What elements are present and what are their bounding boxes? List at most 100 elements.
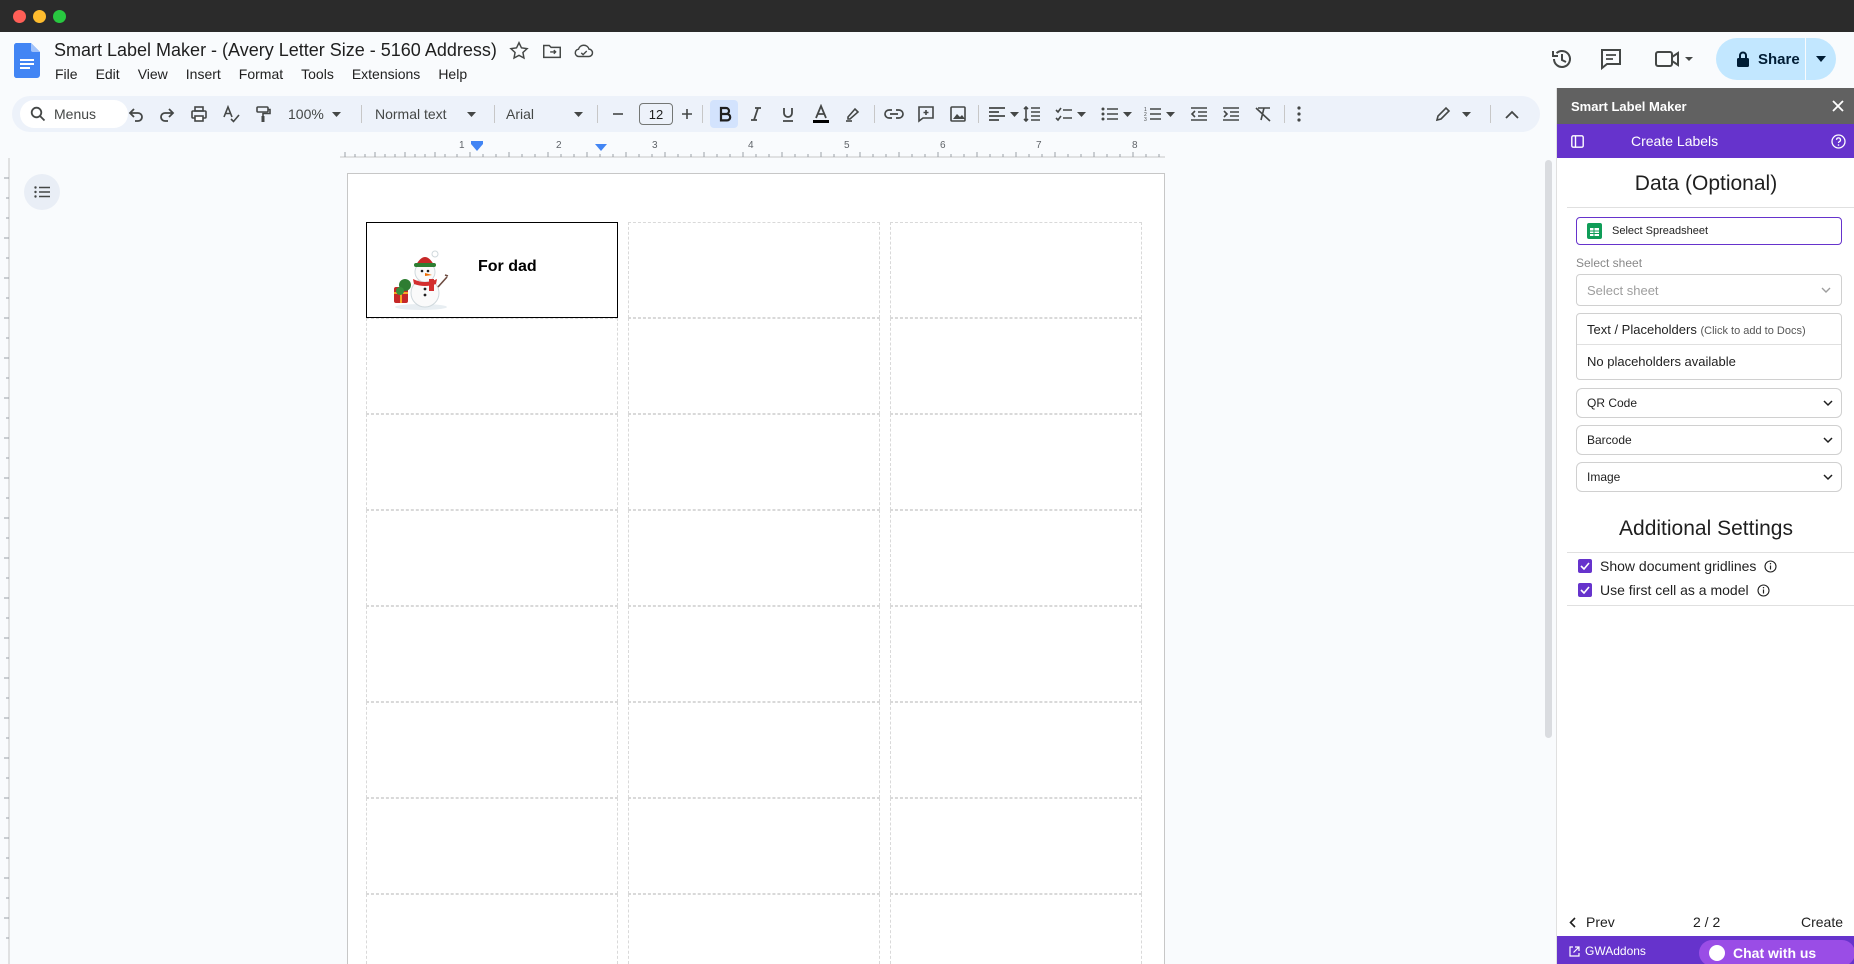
clear-formatting-button[interactable]	[1254, 96, 1272, 132]
font-size-input[interactable]: 12	[639, 103, 673, 125]
menu-view[interactable]: View	[129, 65, 177, 83]
label-cell[interactable]	[628, 894, 880, 964]
italic-button[interactable]	[749, 96, 763, 132]
label-cell[interactable]	[366, 606, 618, 702]
more-options-button[interactable]	[1297, 96, 1301, 132]
redo-button[interactable]	[158, 96, 176, 132]
snowman-image[interactable]	[391, 245, 453, 311]
docs-logo-icon[interactable]	[14, 43, 40, 78]
insert-link-button[interactable]	[884, 96, 904, 132]
undo-button[interactable]	[127, 96, 145, 132]
label-cell[interactable]	[890, 606, 1142, 702]
label-cell[interactable]	[366, 510, 618, 606]
cloud-saved-icon[interactable]	[573, 40, 595, 62]
menu-edit[interactable]: Edit	[87, 65, 129, 83]
increase-indent-button[interactable]	[1222, 96, 1240, 132]
numbered-list-select[interactable]: 123	[1144, 96, 1175, 132]
font-family-select[interactable]: Arial	[506, 96, 584, 132]
label-cell[interactable]	[628, 222, 880, 318]
help-icon[interactable]	[1831, 134, 1846, 149]
menus-search[interactable]: Menus	[20, 100, 128, 128]
document-title[interactable]: Smart Label Maker - (Avery Letter Size -…	[54, 40, 497, 61]
label-cell[interactable]	[890, 798, 1142, 894]
image-accordion[interactable]: Image	[1576, 462, 1842, 492]
label-cell[interactable]	[628, 510, 880, 606]
menu-insert[interactable]: Insert	[177, 65, 230, 83]
document-scrollbar[interactable]	[1545, 160, 1552, 738]
highlight-color-button[interactable]	[844, 96, 862, 132]
label-cell[interactable]	[366, 798, 618, 894]
label-cell[interactable]	[628, 702, 880, 798]
use-first-cell-row[interactable]: Use first cell as a model	[1578, 582, 1770, 598]
zoom-select[interactable]: 100%	[288, 96, 341, 132]
menu-format[interactable]: Format	[230, 65, 292, 83]
text-color-button[interactable]	[811, 96, 831, 132]
maximize-window-button[interactable]	[53, 10, 66, 23]
document-outline-button[interactable]	[24, 174, 60, 210]
label-cell[interactable]	[628, 414, 880, 510]
show-gridlines-row[interactable]: Show document gridlines	[1578, 558, 1777, 574]
checklist-select[interactable]	[1055, 96, 1086, 132]
label-cell[interactable]	[890, 894, 1142, 964]
menu-file[interactable]: File	[46, 65, 87, 83]
label-cell[interactable]	[628, 606, 880, 702]
label-cell[interactable]	[890, 510, 1142, 606]
insert-image-button[interactable]	[949, 96, 967, 132]
bold-button[interactable]	[718, 96, 732, 132]
sidebar-toggle-icon[interactable]	[1571, 135, 1584, 148]
label-cell[interactable]	[890, 318, 1142, 414]
increase-font-size-button[interactable]	[680, 96, 694, 132]
menu-help[interactable]: Help	[429, 65, 476, 83]
label-cell[interactable]	[628, 318, 880, 414]
label-cell[interactable]	[366, 894, 618, 964]
info-icon[interactable]	[1757, 583, 1770, 597]
menu-tools[interactable]: Tools	[292, 65, 343, 83]
underline-button[interactable]	[781, 96, 795, 132]
gwaddons-link[interactable]: GWAddons	[1569, 944, 1646, 958]
horizontal-ruler[interactable]	[0, 140, 1555, 158]
paint-format-button[interactable]	[254, 96, 272, 132]
label-cell-first[interactable]: For dad	[366, 222, 618, 318]
create-button[interactable]: Create	[1801, 914, 1843, 930]
line-spacing-button[interactable]	[1023, 96, 1041, 132]
select-spreadsheet-button[interactable]: Select Spreadsheet	[1576, 217, 1842, 245]
version-history-icon[interactable]	[1548, 45, 1576, 73]
use-first-cell-checkbox[interactable]	[1578, 583, 1592, 597]
chat-with-us-button[interactable]: Chat with us	[1699, 940, 1854, 964]
label-cell[interactable]	[890, 222, 1142, 318]
label-cell[interactable]	[366, 414, 618, 510]
decrease-indent-button[interactable]	[1190, 96, 1208, 132]
meet-icon[interactable]	[1652, 45, 1696, 73]
label-cell[interactable]	[628, 798, 880, 894]
label-cell[interactable]	[366, 702, 618, 798]
prev-button[interactable]: Prev	[1569, 914, 1615, 930]
label-text[interactable]: For dad	[478, 258, 537, 276]
info-icon[interactable]	[1764, 559, 1777, 573]
insert-comment-button[interactable]	[917, 96, 935, 132]
close-window-button[interactable]	[13, 10, 26, 23]
menu-extensions[interactable]: Extensions	[343, 65, 429, 83]
paragraph-style-select[interactable]: Normal text	[375, 96, 476, 132]
move-folder-icon[interactable]	[541, 40, 563, 62]
minimize-window-button[interactable]	[33, 10, 46, 23]
print-button[interactable]	[190, 96, 208, 132]
show-gridlines-checkbox[interactable]	[1578, 559, 1592, 573]
comments-icon[interactable]	[1597, 45, 1625, 73]
decrease-font-size-button[interactable]	[611, 96, 625, 132]
qr-code-accordion[interactable]: QR Code	[1576, 388, 1842, 418]
share-options-button[interactable]	[1806, 56, 1836, 62]
vertical-ruler[interactable]	[0, 158, 10, 964]
bulleted-list-select[interactable]	[1101, 96, 1132, 132]
align-select[interactable]	[988, 96, 1019, 132]
share-button[interactable]: Share	[1716, 38, 1806, 80]
barcode-accordion[interactable]: Barcode	[1576, 425, 1842, 455]
label-cell[interactable]	[890, 702, 1142, 798]
close-icon[interactable]	[1829, 97, 1847, 115]
star-icon[interactable]	[508, 40, 530, 62]
label-cell[interactable]	[366, 318, 618, 414]
hide-menus-button[interactable]	[1505, 96, 1519, 132]
editing-mode-select[interactable]	[1434, 96, 1471, 132]
label-cell[interactable]	[890, 414, 1142, 510]
select-sheet-dropdown[interactable]: Select sheet	[1576, 274, 1842, 306]
spellcheck-button[interactable]	[222, 96, 240, 132]
